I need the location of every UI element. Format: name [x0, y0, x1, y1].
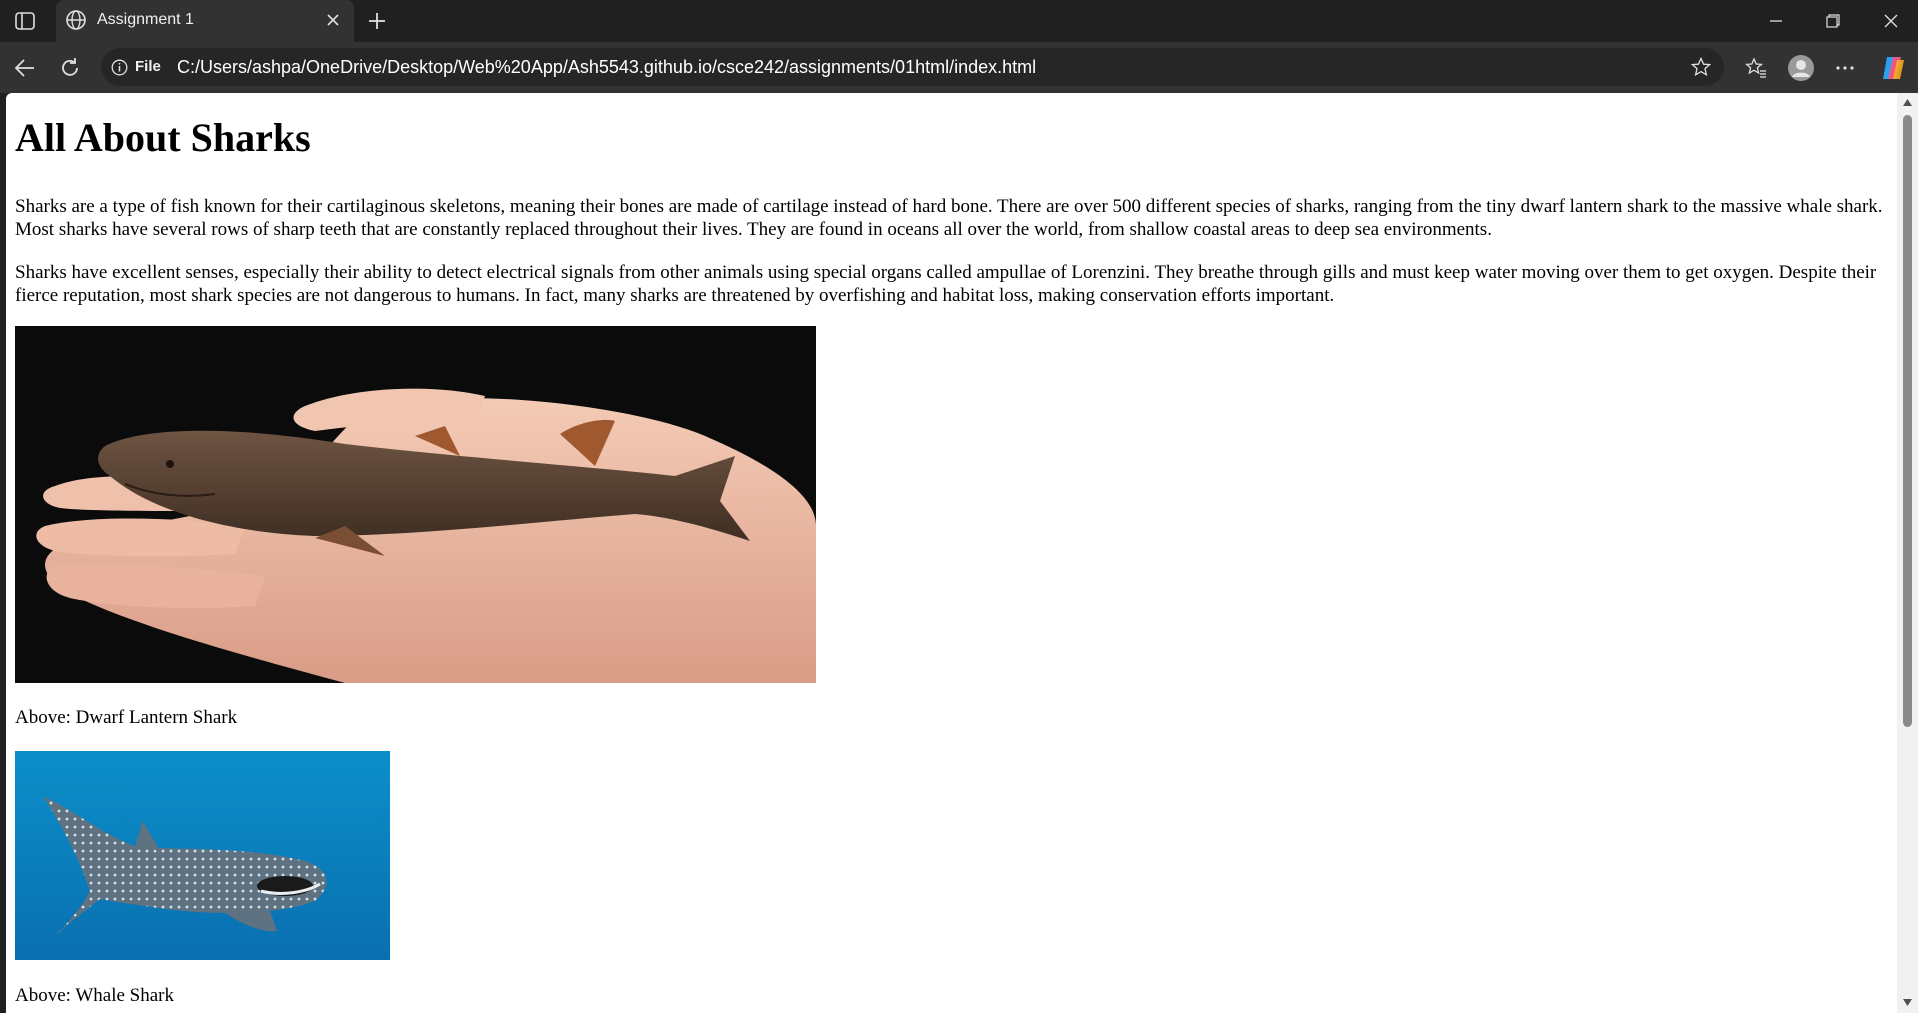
- close-icon[interactable]: [324, 11, 342, 29]
- window-close-icon: [1884, 14, 1898, 28]
- back-button[interactable]: [10, 53, 40, 83]
- scrollbar-thumb[interactable]: [1903, 115, 1912, 727]
- page-title: All About Sharks: [15, 115, 311, 160]
- info-icon[interactable]: [111, 59, 128, 76]
- copilot-button[interactable]: [1877, 52, 1909, 84]
- address-file-label: File: [135, 58, 161, 75]
- url-text[interactable]: C:/Users/ashpa/OneDrive/Desktop/Web%20Ap…: [177, 57, 1036, 78]
- page-viewport: All About Sharks Sharks are a type of fi…: [6, 93, 1897, 1013]
- paragraph-senses: Sharks have excellent senses, especially…: [15, 262, 1877, 306]
- profile-button[interactable]: [1784, 51, 1818, 85]
- restore-icon: [1826, 14, 1840, 28]
- globe-icon: [66, 10, 86, 30]
- restore-button[interactable]: [1813, 10, 1853, 32]
- minimize-button[interactable]: [1756, 10, 1796, 32]
- favorite-star-icon[interactable]: [1691, 57, 1711, 77]
- vertical-scrollbar[interactable]: [1897, 93, 1918, 1013]
- caption-dwarf-lantern-shark: Above: Dwarf Lantern Shark: [15, 707, 238, 728]
- profile-icon: [1788, 55, 1814, 81]
- address-bar[interactable]: File C:/Users/ashpa/OneDrive/Desktop/Web…: [101, 48, 1724, 86]
- title-bar: Assignment 1: [0, 0, 1918, 42]
- favorites-button[interactable]: [1741, 53, 1771, 83]
- scroll-up-icon[interactable]: [1902, 98, 1913, 107]
- refresh-button[interactable]: [55, 53, 85, 83]
- back-icon: [14, 59, 34, 77]
- scroll-down-icon[interactable]: [1902, 998, 1913, 1007]
- favorites-icon: [1745, 57, 1766, 78]
- dwarf-lantern-shark-image: [15, 326, 816, 683]
- paragraph-intro: Sharks are a type of fish known for thei…: [15, 196, 1883, 240]
- minimize-icon: [1770, 20, 1782, 22]
- whale-shark-image: [15, 751, 390, 960]
- more-button[interactable]: [1830, 53, 1860, 83]
- new-tab-icon: [369, 13, 385, 29]
- sidebar-icon: [15, 12, 35, 30]
- window-close-button[interactable]: [1871, 10, 1911, 32]
- more-icon: [1836, 66, 1854, 70]
- caption-whale-shark: Above: Whale Shark: [15, 985, 174, 1006]
- new-tab-button[interactable]: [364, 8, 390, 34]
- sidebar-toggle-button[interactable]: [10, 9, 40, 33]
- refresh-icon: [62, 58, 78, 76]
- toolbar: File C:/Users/ashpa/OneDrive/Desktop/Web…: [0, 42, 1918, 93]
- tab-assignment-1[interactable]: Assignment 1: [56, 0, 354, 42]
- copilot-icon: [1883, 57, 1904, 79]
- tab-title: Assignment 1: [97, 11, 194, 28]
